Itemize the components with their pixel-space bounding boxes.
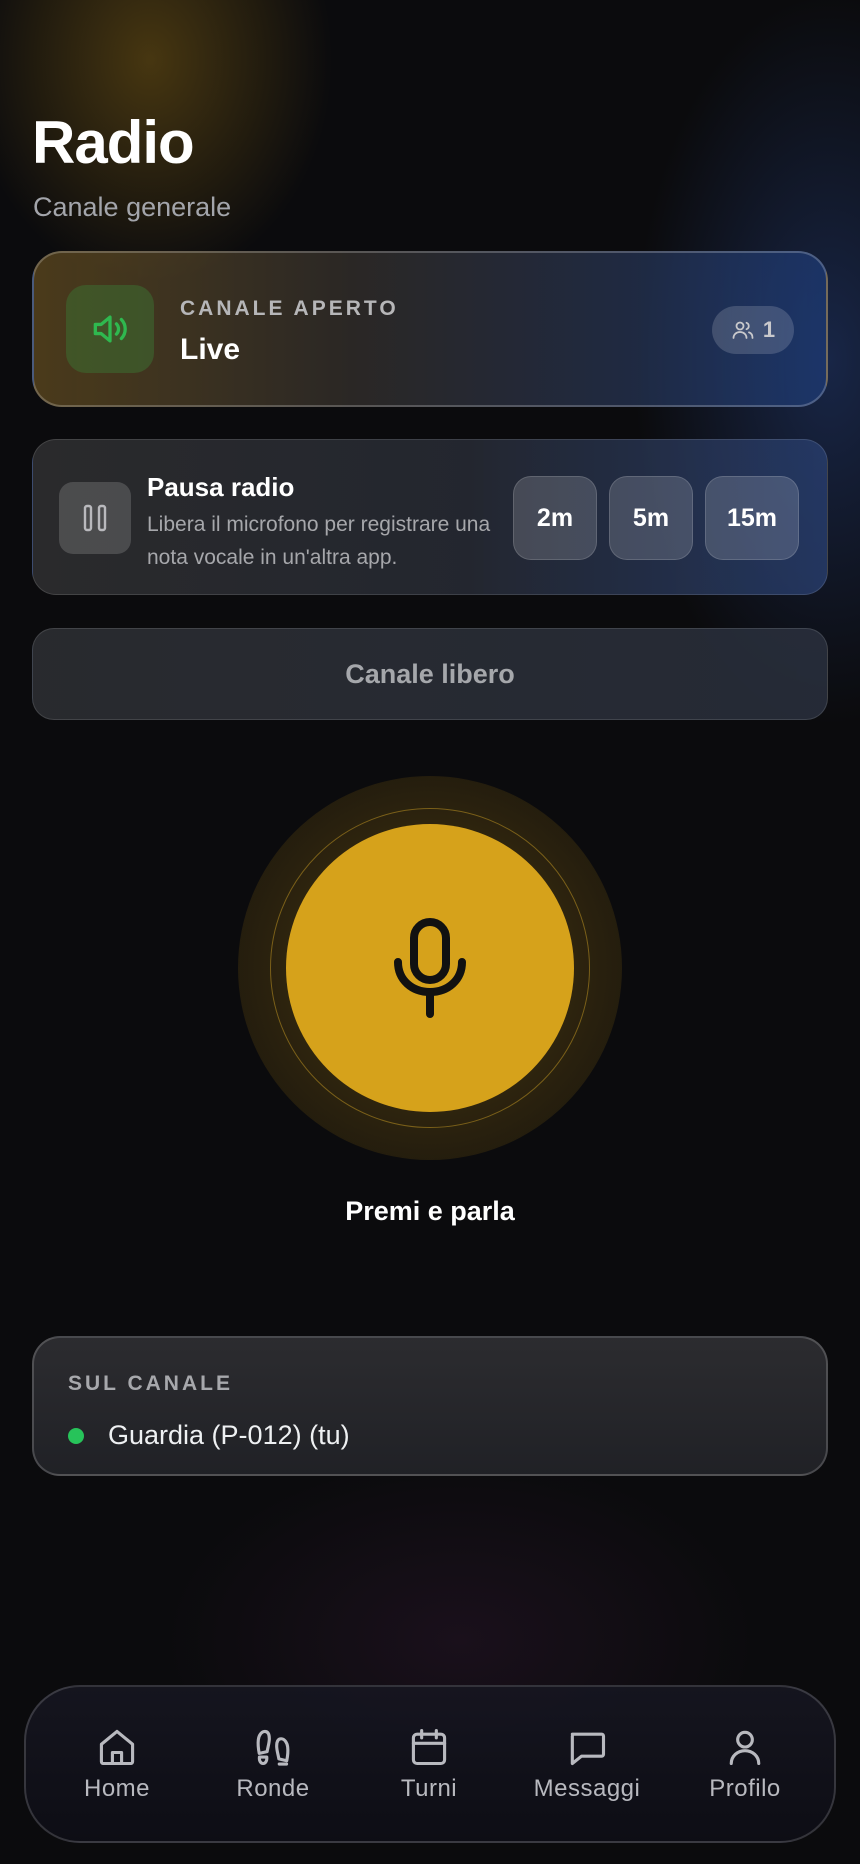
push-to-talk-button[interactable] [286,824,574,1112]
member-name: Guardia (P-012) (tu) [108,1420,350,1450]
page-title: Radio [32,109,195,176]
bottom-navigation: Home Ronde Turni Messaggi Profilo [24,1685,836,1843]
pause-description: Libera il microfono per registrare una n… [147,513,491,569]
channel-label: CANALE APERTO [180,297,399,320]
nav-label-messaggi: Messaggi [533,1775,641,1802]
nav-item-messaggi[interactable]: Messaggi [512,1725,662,1803]
nav-label-ronde: Ronde [236,1775,310,1802]
nav-item-ronde[interactable]: Ronde [198,1725,348,1803]
list-item: Guardia (P-012) (tu) [68,1420,350,1451]
channel-status: Live [180,333,241,366]
footprints-icon [251,1725,295,1769]
on-channel-label: SUL CANALE [68,1372,233,1395]
ptt-caption: Premi e parla [345,1196,515,1226]
nav-label-home: Home [83,1775,151,1802]
pause-title: Pausa radio [147,472,295,502]
pause-15m-button[interactable]: 15m [705,476,799,560]
nav-label-profilo: Profilo [709,1775,781,1802]
pause-radio-card: Pausa radio Libera il microfono per regi… [32,439,828,595]
pause-icon [81,502,109,534]
speaker-icon [66,285,154,373]
nav-item-turni[interactable]: Turni [354,1725,504,1803]
pause-5m-button[interactable]: 5m [609,476,693,560]
nav-item-profilo[interactable]: Profilo [670,1725,820,1803]
message-icon [565,1725,609,1769]
nav-label-turni: Turni [400,1775,458,1802]
users-icon [731,318,755,342]
member-count-badge[interactable]: 1 [712,306,794,354]
radio-screen: Radio Canale generale CANALE APERTO Live… [0,0,860,1864]
online-indicator [68,1427,84,1444]
user-icon [723,1725,767,1769]
channel-free-status: Canale libero [32,628,828,720]
member-count: 1 [762,317,776,342]
nav-item-home[interactable]: Home [42,1725,192,1803]
page-subtitle: Canale generale [33,192,232,222]
pause-2m-button[interactable]: 2m [513,476,597,560]
calendar-icon [407,1725,451,1769]
channel-status-card: CANALE APERTO Live 1 [32,251,828,407]
home-icon [95,1725,139,1769]
microphone-icon [390,916,470,1020]
pause-button[interactable] [59,482,131,554]
on-channel-card: SUL CANALE Guardia (P-012) (tu) [32,1336,828,1476]
